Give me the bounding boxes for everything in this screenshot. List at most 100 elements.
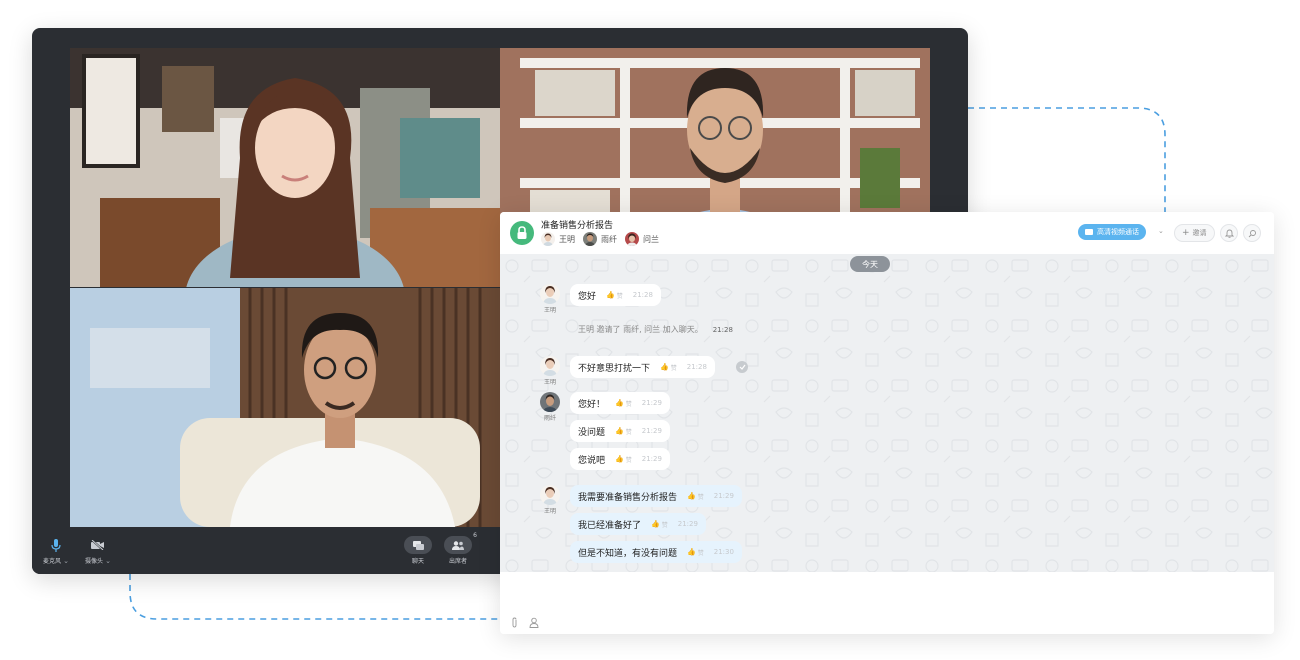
- member-yuxian[interactable]: 雨纤: [583, 232, 617, 246]
- member-list: 王明 雨纤 问兰: [541, 232, 667, 246]
- camera-button[interactable]: 摄像头 ⌄: [84, 536, 112, 565]
- avatar[interactable]: [540, 284, 560, 304]
- chevron-down-icon[interactable]: ⌄: [105, 557, 111, 565]
- message-time: 21:29: [641, 427, 662, 435]
- like-icon[interactable]: 👍: [606, 291, 615, 299]
- sender-name: 王明: [543, 307, 556, 314]
- date-separator: 今天: [850, 256, 890, 272]
- message-bubble[interactable]: 没问题 👍 赞 21:29: [570, 420, 670, 442]
- invite-label: 邀请: [1192, 229, 1207, 237]
- participants-label: 出席者: [448, 558, 467, 565]
- system-message-text: 王明 邀请了 雨纤, 问兰 加入聊天。: [578, 325, 703, 334]
- participant-1-video: [70, 48, 500, 287]
- video-tile-participant-1[interactable]: [70, 48, 500, 287]
- search-icon: [1248, 229, 1256, 237]
- member-name: 问兰: [643, 234, 659, 244]
- message-bubble[interactable]: 我需要准备销售分析报告 👍 赞 21:29: [570, 485, 742, 507]
- like-label: 赞: [625, 456, 632, 464]
- message-time: 21:28: [686, 363, 707, 371]
- like-label: 赞: [625, 400, 632, 408]
- message-time: 21:29: [677, 520, 698, 528]
- message-text: 您好: [578, 291, 597, 302]
- chat-icon: [404, 536, 432, 554]
- chat-button[interactable]: 聊天: [404, 536, 432, 565]
- message-time: 21:28: [632, 291, 653, 299]
- message-area[interactable]: 今天 王明 您好 👍 赞 21:28 王明 邀请了 雨纤, 问兰 加入聊天。 21:…: [500, 254, 1274, 572]
- bell-icon: [1224, 229, 1234, 238]
- like-label: 赞: [670, 364, 677, 372]
- camera-label: 摄像头: [85, 558, 104, 565]
- like-icon[interactable]: 👍: [660, 363, 669, 371]
- like-label: 赞: [697, 493, 704, 501]
- microphone-label: 麦克风: [43, 558, 62, 565]
- like-label: 赞: [625, 428, 632, 436]
- sender-name: 王明: [543, 379, 556, 386]
- like-icon[interactable]: 👍: [615, 455, 624, 463]
- message-bubble[interactable]: 但是不知道，有没有问题 👍 赞 21:30: [570, 541, 742, 563]
- sender-name: 王明: [543, 508, 556, 515]
- like-label: 赞: [616, 292, 623, 300]
- chevron-down-icon[interactable]: ⌄: [63, 557, 69, 565]
- video-tile-participant-3[interactable]: [70, 288, 500, 527]
- camera-off-icon: [84, 536, 112, 554]
- like-icon[interactable]: 👍: [687, 492, 696, 500]
- avatar[interactable]: [540, 392, 560, 412]
- chat-window: 准备销售分析报告 王明 雨纤 问兰 高清视频通话 ⌄ + 邀请 今天 王明 您好…: [500, 212, 1274, 634]
- message-bubble[interactable]: 不好意思打扰一下 👍 赞 21:28: [570, 356, 715, 378]
- chat-label: 聊天: [411, 558, 424, 565]
- microphone-button[interactable]: 麦克风 ⌄: [42, 536, 70, 565]
- chevron-down-icon[interactable]: ⌄: [1158, 227, 1164, 235]
- message-text: 我已经准备好了: [578, 520, 642, 531]
- attachment-icon[interactable]: [510, 617, 519, 628]
- message-text: 没问题: [578, 427, 606, 438]
- member-name: 王明: [559, 234, 575, 244]
- message-bubble[interactable]: 您说吧 👍 赞 21:29: [570, 448, 670, 470]
- message-text: 不好意思打扰一下: [578, 363, 651, 374]
- message-bubble[interactable]: 您好！ 👍 赞 21:29: [570, 392, 670, 414]
- participants-count: 6: [473, 532, 477, 539]
- like-icon[interactable]: 👍: [651, 520, 660, 528]
- participant-3-video: [70, 288, 500, 527]
- message-text: 您说吧: [578, 455, 606, 466]
- hd-video-call-button[interactable]: 高清视频通话: [1078, 224, 1146, 240]
- video-camera-icon: [1085, 229, 1093, 235]
- participants-icon: 6: [444, 532, 477, 554]
- like-icon[interactable]: 👍: [615, 427, 624, 435]
- avatar[interactable]: [540, 356, 560, 376]
- system-message: 王明 邀请了 雨纤, 问兰 加入聊天。 21:28: [578, 324, 733, 335]
- invite-button[interactable]: + 邀请: [1174, 224, 1215, 242]
- avatar[interactable]: [540, 485, 560, 505]
- message-composer[interactable]: [500, 572, 1274, 634]
- lock-icon: [517, 226, 527, 239]
- avatar: [541, 232, 555, 246]
- like-icon[interactable]: 👍: [615, 399, 624, 407]
- message-bubble[interactable]: 我已经准备好了 👍 赞 21:29: [570, 513, 706, 535]
- search-button[interactable]: [1243, 224, 1261, 242]
- avatar: [583, 232, 597, 246]
- message-bubble[interactable]: 您好 👍 赞 21:28: [570, 284, 661, 306]
- sender-name: 雨纤: [543, 415, 556, 422]
- chat-title: 准备销售分析报告: [541, 221, 614, 231]
- group-avatar[interactable]: [510, 221, 534, 245]
- participants-button[interactable]: 6 出席者: [444, 532, 477, 565]
- message-text: 但是不知道，有没有问题: [578, 548, 678, 559]
- contact-icon[interactable]: [529, 617, 539, 628]
- microphone-icon: [42, 536, 70, 554]
- read-status: [736, 361, 748, 373]
- check-icon: [739, 364, 745, 370]
- composer-toolbar: [510, 617, 549, 628]
- member-name: 雨纤: [601, 234, 617, 244]
- plus-icon: +: [1182, 228, 1190, 238]
- member-wenlan[interactable]: 问兰: [625, 232, 659, 246]
- message-time: 21:30: [713, 548, 734, 556]
- member-wangming[interactable]: 王明: [541, 232, 575, 246]
- message-text: 您好！: [578, 399, 606, 410]
- message-time: 21:29: [641, 455, 662, 463]
- avatar: [625, 232, 639, 246]
- message-time: 21:29: [641, 399, 662, 407]
- notification-button[interactable]: [1220, 224, 1238, 242]
- message-text: 我需要准备销售分析报告: [578, 492, 678, 503]
- like-icon[interactable]: 👍: [687, 548, 696, 556]
- hd-call-label: 高清视频通话: [1097, 228, 1139, 236]
- message-time: 21:28: [712, 326, 733, 334]
